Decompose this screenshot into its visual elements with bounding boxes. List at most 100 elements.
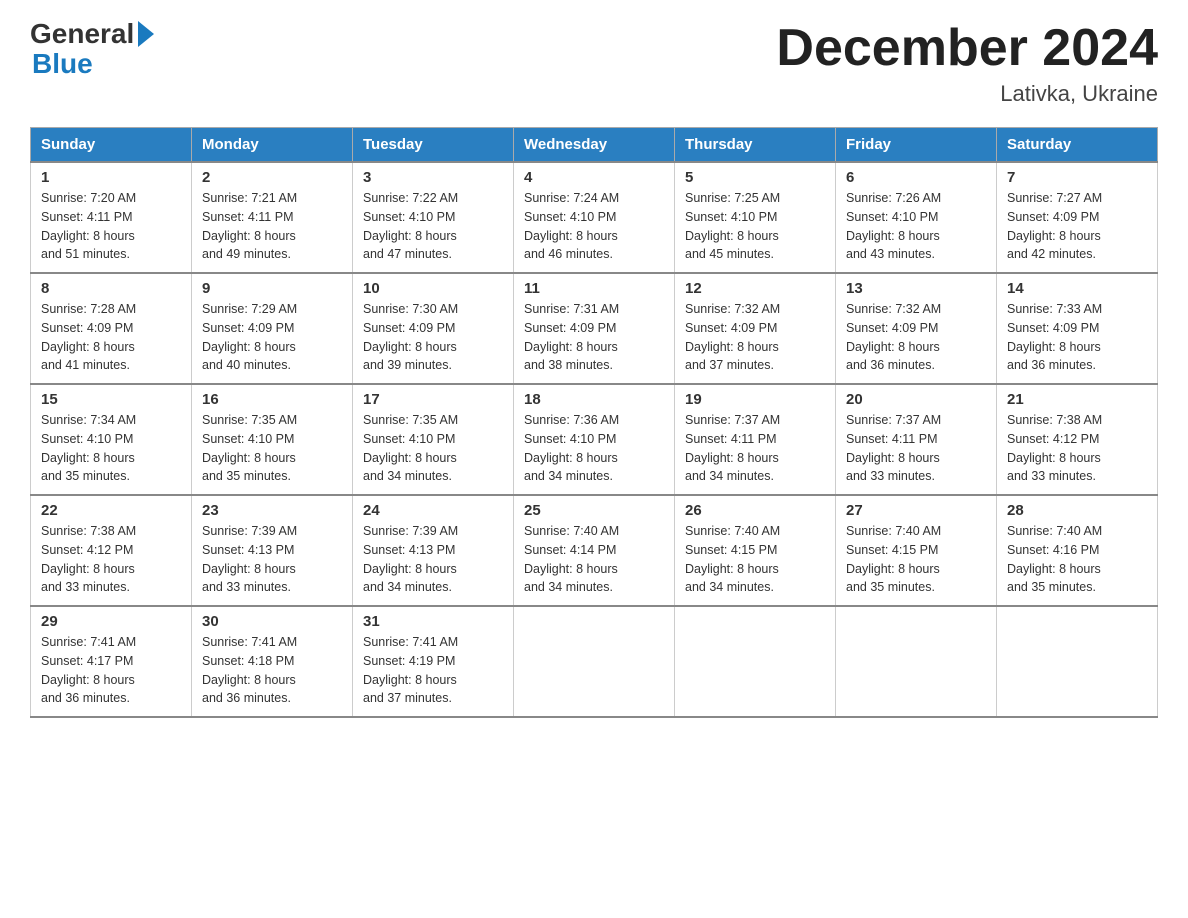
day-number: 21 — [1007, 391, 1147, 408]
day-number: 20 — [846, 391, 986, 408]
day-info: Sunrise: 7:24 AMSunset: 4:10 PMDaylight:… — [524, 189, 664, 264]
day-info: Sunrise: 7:25 AMSunset: 4:10 PMDaylight:… — [685, 189, 825, 264]
calendar-day-cell — [675, 606, 836, 717]
day-info: Sunrise: 7:22 AMSunset: 4:10 PMDaylight:… — [363, 189, 503, 264]
day-number: 14 — [1007, 280, 1147, 297]
day-number: 30 — [202, 613, 342, 630]
calendar-day-cell: 1 Sunrise: 7:20 AMSunset: 4:11 PMDayligh… — [31, 162, 192, 273]
calendar-day-cell: 6 Sunrise: 7:26 AMSunset: 4:10 PMDayligh… — [836, 162, 997, 273]
calendar-week-row: 29 Sunrise: 7:41 AMSunset: 4:17 PMDaylig… — [31, 606, 1158, 717]
day-number: 26 — [685, 502, 825, 519]
day-number: 6 — [846, 169, 986, 186]
day-info: Sunrise: 7:40 AMSunset: 4:14 PMDaylight:… — [524, 522, 664, 597]
logo: General Blue — [30, 20, 154, 80]
day-number: 1 — [41, 169, 181, 186]
calendar-day-cell: 15 Sunrise: 7:34 AMSunset: 4:10 PMDaylig… — [31, 384, 192, 495]
day-info: Sunrise: 7:21 AMSunset: 4:11 PMDaylight:… — [202, 189, 342, 264]
weekday-header: Thursday — [675, 128, 836, 163]
weekday-header: Sunday — [31, 128, 192, 163]
day-number: 28 — [1007, 502, 1147, 519]
location: Lativka, Ukraine — [776, 81, 1158, 107]
day-info: Sunrise: 7:29 AMSunset: 4:09 PMDaylight:… — [202, 300, 342, 375]
day-number: 2 — [202, 169, 342, 186]
calendar-day-cell: 10 Sunrise: 7:30 AMSunset: 4:09 PMDaylig… — [353, 273, 514, 384]
day-info: Sunrise: 7:40 AMSunset: 4:16 PMDaylight:… — [1007, 522, 1147, 597]
day-info: Sunrise: 7:41 AMSunset: 4:17 PMDaylight:… — [41, 633, 181, 708]
day-info: Sunrise: 7:31 AMSunset: 4:09 PMDaylight:… — [524, 300, 664, 375]
day-info: Sunrise: 7:30 AMSunset: 4:09 PMDaylight:… — [363, 300, 503, 375]
day-info: Sunrise: 7:41 AMSunset: 4:18 PMDaylight:… — [202, 633, 342, 708]
calendar-day-cell: 2 Sunrise: 7:21 AMSunset: 4:11 PMDayligh… — [192, 162, 353, 273]
calendar-day-cell: 28 Sunrise: 7:40 AMSunset: 4:16 PMDaylig… — [997, 495, 1158, 606]
calendar-day-cell — [514, 606, 675, 717]
day-info: Sunrise: 7:39 AMSunset: 4:13 PMDaylight:… — [363, 522, 503, 597]
day-number: 3 — [363, 169, 503, 186]
day-number: 17 — [363, 391, 503, 408]
calendar-table: SundayMondayTuesdayWednesdayThursdayFrid… — [30, 127, 1158, 718]
calendar-day-cell: 16 Sunrise: 7:35 AMSunset: 4:10 PMDaylig… — [192, 384, 353, 495]
calendar-day-cell: 13 Sunrise: 7:32 AMSunset: 4:09 PMDaylig… — [836, 273, 997, 384]
day-info: Sunrise: 7:35 AMSunset: 4:10 PMDaylight:… — [202, 411, 342, 486]
calendar-day-cell: 26 Sunrise: 7:40 AMSunset: 4:15 PMDaylig… — [675, 495, 836, 606]
calendar-day-cell: 21 Sunrise: 7:38 AMSunset: 4:12 PMDaylig… — [997, 384, 1158, 495]
calendar-day-cell: 17 Sunrise: 7:35 AMSunset: 4:10 PMDaylig… — [353, 384, 514, 495]
day-number: 31 — [363, 613, 503, 630]
day-number: 7 — [1007, 169, 1147, 186]
calendar-day-cell: 27 Sunrise: 7:40 AMSunset: 4:15 PMDaylig… — [836, 495, 997, 606]
calendar-week-row: 15 Sunrise: 7:34 AMSunset: 4:10 PMDaylig… — [31, 384, 1158, 495]
weekday-header: Friday — [836, 128, 997, 163]
calendar-day-cell: 25 Sunrise: 7:40 AMSunset: 4:14 PMDaylig… — [514, 495, 675, 606]
day-number: 12 — [685, 280, 825, 297]
day-info: Sunrise: 7:32 AMSunset: 4:09 PMDaylight:… — [685, 300, 825, 375]
day-number: 8 — [41, 280, 181, 297]
day-info: Sunrise: 7:40 AMSunset: 4:15 PMDaylight:… — [846, 522, 986, 597]
day-number: 22 — [41, 502, 181, 519]
day-number: 27 — [846, 502, 986, 519]
day-number: 29 — [41, 613, 181, 630]
day-info: Sunrise: 7:38 AMSunset: 4:12 PMDaylight:… — [41, 522, 181, 597]
logo-arrow-icon — [138, 21, 154, 47]
calendar-day-cell: 20 Sunrise: 7:37 AMSunset: 4:11 PMDaylig… — [836, 384, 997, 495]
day-info: Sunrise: 7:28 AMSunset: 4:09 PMDaylight:… — [41, 300, 181, 375]
day-info: Sunrise: 7:35 AMSunset: 4:10 PMDaylight:… — [363, 411, 503, 486]
weekday-header: Tuesday — [353, 128, 514, 163]
day-info: Sunrise: 7:37 AMSunset: 4:11 PMDaylight:… — [846, 411, 986, 486]
calendar-day-cell: 4 Sunrise: 7:24 AMSunset: 4:10 PMDayligh… — [514, 162, 675, 273]
weekday-header: Monday — [192, 128, 353, 163]
day-info: Sunrise: 7:20 AMSunset: 4:11 PMDaylight:… — [41, 189, 181, 264]
calendar-week-row: 1 Sunrise: 7:20 AMSunset: 4:11 PMDayligh… — [31, 162, 1158, 273]
day-info: Sunrise: 7:33 AMSunset: 4:09 PMDaylight:… — [1007, 300, 1147, 375]
day-info: Sunrise: 7:41 AMSunset: 4:19 PMDaylight:… — [363, 633, 503, 708]
day-number: 13 — [846, 280, 986, 297]
weekday-header-row: SundayMondayTuesdayWednesdayThursdayFrid… — [31, 128, 1158, 163]
day-number: 25 — [524, 502, 664, 519]
calendar-day-cell: 22 Sunrise: 7:38 AMSunset: 4:12 PMDaylig… — [31, 495, 192, 606]
calendar-day-cell — [997, 606, 1158, 717]
calendar-day-cell: 30 Sunrise: 7:41 AMSunset: 4:18 PMDaylig… — [192, 606, 353, 717]
day-info: Sunrise: 7:32 AMSunset: 4:09 PMDaylight:… — [846, 300, 986, 375]
calendar-day-cell: 12 Sunrise: 7:32 AMSunset: 4:09 PMDaylig… — [675, 273, 836, 384]
calendar-day-cell: 7 Sunrise: 7:27 AMSunset: 4:09 PMDayligh… — [997, 162, 1158, 273]
calendar-day-cell: 11 Sunrise: 7:31 AMSunset: 4:09 PMDaylig… — [514, 273, 675, 384]
title-section: December 2024 Lativka, Ukraine — [776, 20, 1158, 107]
day-number: 18 — [524, 391, 664, 408]
calendar-day-cell: 3 Sunrise: 7:22 AMSunset: 4:10 PMDayligh… — [353, 162, 514, 273]
weekday-header: Wednesday — [514, 128, 675, 163]
calendar-day-cell: 24 Sunrise: 7:39 AMSunset: 4:13 PMDaylig… — [353, 495, 514, 606]
month-title: December 2024 — [776, 20, 1158, 77]
calendar-day-cell: 14 Sunrise: 7:33 AMSunset: 4:09 PMDaylig… — [997, 273, 1158, 384]
calendar-day-cell: 29 Sunrise: 7:41 AMSunset: 4:17 PMDaylig… — [31, 606, 192, 717]
day-number: 11 — [524, 280, 664, 297]
day-number: 9 — [202, 280, 342, 297]
day-info: Sunrise: 7:39 AMSunset: 4:13 PMDaylight:… — [202, 522, 342, 597]
calendar-day-cell: 31 Sunrise: 7:41 AMSunset: 4:19 PMDaylig… — [353, 606, 514, 717]
day-info: Sunrise: 7:27 AMSunset: 4:09 PMDaylight:… — [1007, 189, 1147, 264]
day-number: 19 — [685, 391, 825, 408]
calendar-day-cell — [836, 606, 997, 717]
day-info: Sunrise: 7:38 AMSunset: 4:12 PMDaylight:… — [1007, 411, 1147, 486]
day-info: Sunrise: 7:26 AMSunset: 4:10 PMDaylight:… — [846, 189, 986, 264]
day-number: 4 — [524, 169, 664, 186]
day-info: Sunrise: 7:36 AMSunset: 4:10 PMDaylight:… — [524, 411, 664, 486]
day-number: 16 — [202, 391, 342, 408]
calendar-day-cell: 23 Sunrise: 7:39 AMSunset: 4:13 PMDaylig… — [192, 495, 353, 606]
